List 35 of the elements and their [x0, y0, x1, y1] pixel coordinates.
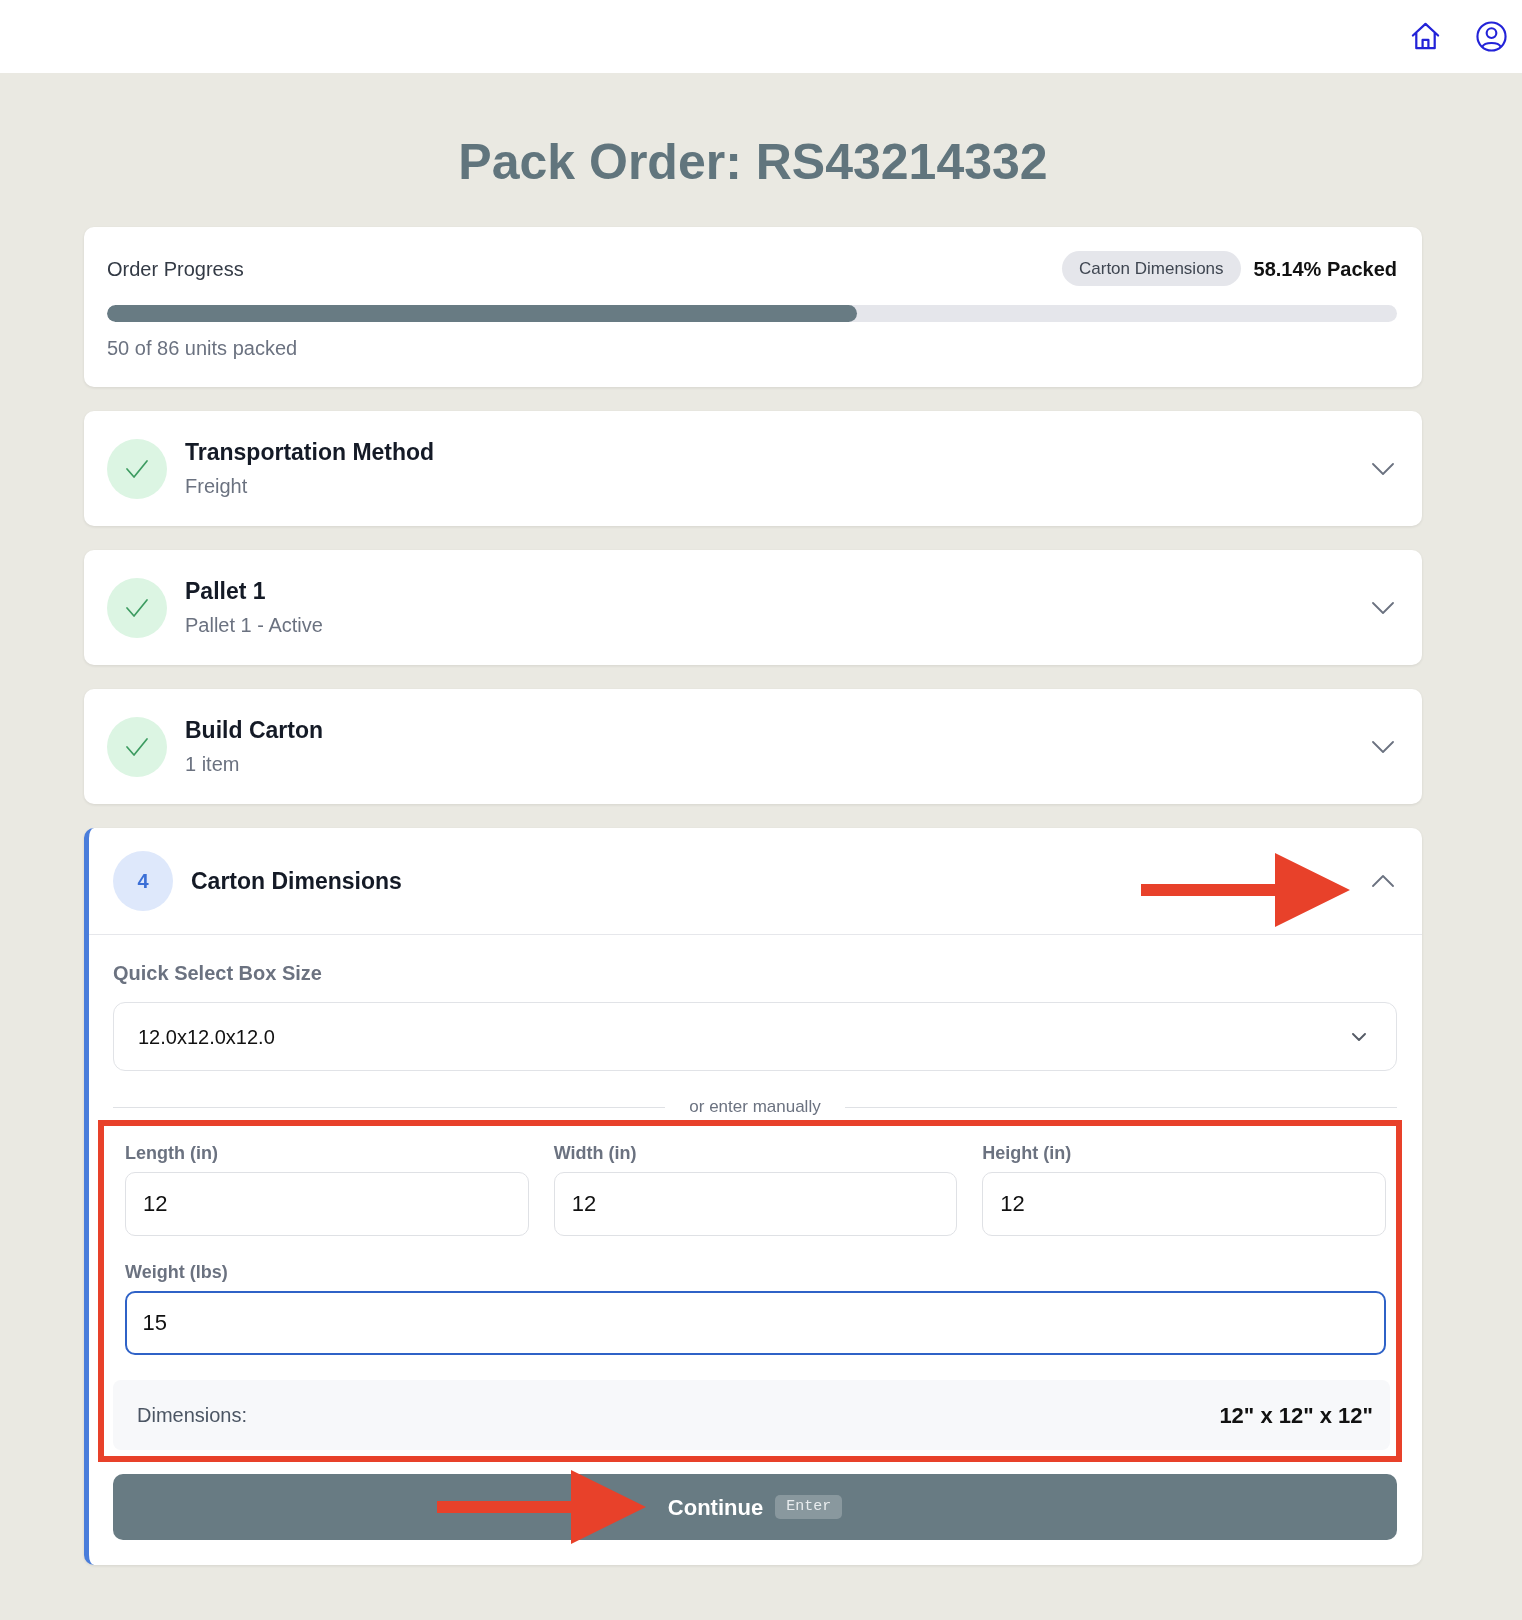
step-subtitle: Freight — [185, 474, 249, 499]
field-label: Weight (lbs) — [125, 1261, 229, 1283]
field-label: Quick Select Box Size — [113, 961, 323, 985]
chevron-down-icon — [1352, 1032, 1366, 1041]
shortcut-key: Enter — [775, 1495, 843, 1519]
field-label: Length (in) — [125, 1142, 219, 1164]
progress-label: Order Progress — [107, 256, 245, 282]
step-subtitle: 1 item — [185, 752, 241, 777]
home-icon[interactable] — [1410, 21, 1441, 52]
packed-percent: 58.14% Packed — [1253, 256, 1397, 282]
input-field[interactable]: 12 — [553, 1172, 958, 1236]
user-icon[interactable] — [1476, 21, 1507, 52]
continue-button[interactable]: Continue Enter — [113, 1474, 1397, 1540]
step-title: Carton Dimensions — [191, 867, 403, 895]
chevron-up-icon[interactable] — [1372, 875, 1394, 887]
chevron-down-icon[interactable] — [1372, 601, 1394, 614]
field-label: Height (in) — [982, 1142, 1073, 1164]
page-title: Pack Order: RS43214332 — [457, 133, 1049, 192]
step-subtitle: Pallet 1 - Active — [185, 613, 324, 638]
step-number: 4 — [113, 851, 173, 911]
summary-value: 12" x 12" x 12" — [1219, 1401, 1373, 1430]
input-field[interactable]: 15 — [125, 1291, 1386, 1355]
summary-label: Dimensions: — [137, 1403, 248, 1428]
step-title: Build Carton — [185, 716, 324, 744]
divider-text: or enter manually — [688, 1097, 822, 1117]
chevron-down-icon[interactable] — [1372, 462, 1394, 475]
chevron-down-icon[interactable] — [1372, 740, 1394, 753]
step-title: Pallet 1 — [185, 577, 267, 605]
input-field[interactable]: 12 — [125, 1172, 529, 1236]
field-label: Width (in) — [553, 1142, 638, 1164]
units-packed-text: 50 of 86 units packed — [107, 336, 299, 360]
step-title: Transportation Method — [185, 438, 436, 466]
dropdown-select[interactable]: 12.0x12.0x12.0 — [113, 1002, 1397, 1071]
step-badge: Carton Dimensions — [1062, 251, 1241, 286]
input-field[interactable]: 12 — [982, 1172, 1386, 1236]
